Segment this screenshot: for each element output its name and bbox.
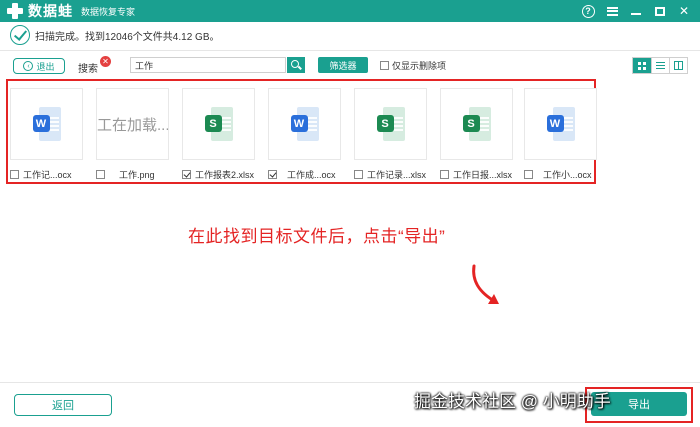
file-card[interactable]: W 工作成...ocx: [268, 88, 341, 181]
file-thumbnail[interactable]: W: [268, 88, 341, 160]
file-thumbnail[interactable]: W: [524, 88, 597, 160]
search-button[interactable]: [287, 57, 305, 73]
close-button[interactable]: ✕: [674, 2, 694, 20]
minimize-button[interactable]: [626, 2, 646, 20]
grid-icon: [638, 61, 646, 70]
file-checkbox[interactable]: [440, 170, 449, 179]
list-view-button[interactable]: [651, 58, 669, 73]
file-name: 工作日报...xlsx: [453, 170, 513, 180]
file-checkbox[interactable]: [354, 170, 363, 179]
search-label: 搜索: [78, 64, 98, 75]
excel-file-icon: S: [376, 107, 405, 141]
excel-file-icon: S: [462, 107, 491, 141]
file-thumbnail[interactable]: S: [354, 88, 427, 160]
return-button[interactable]: 返回: [14, 394, 112, 416]
word-file-icon: W: [290, 107, 319, 141]
file-thumbnail[interactable]: 工在加载...: [96, 88, 169, 160]
status-text: 扫描完成。找到12046个文件共4.12 GB。: [35, 31, 220, 43]
filter-button[interactable]: 筛选器: [318, 57, 368, 73]
exit-button-label: 退出: [36, 61, 55, 72]
file-thumbnail[interactable]: S: [182, 88, 255, 160]
file-name: 工作记...ocx: [23, 170, 72, 180]
only-deleted-toggle[interactable]: 仅显示删除项: [380, 59, 446, 72]
window-controls: ? ✕: [574, 2, 694, 20]
file-thumbnail[interactable]: S: [440, 88, 513, 160]
file-card[interactable]: S 工作记录...xlsx: [354, 88, 427, 181]
file-name: 工作报表2.xlsx: [195, 170, 255, 180]
file-checkbox-checked[interactable]: [268, 170, 277, 179]
file-name: 工作成...ocx: [287, 170, 336, 180]
file-checkbox[interactable]: [96, 170, 105, 179]
file-card[interactable]: W 工作记...ocx: [10, 88, 83, 181]
file-checkbox-checked[interactable]: [182, 170, 191, 179]
file-card[interactable]: 工在加载... 工作.png: [96, 88, 169, 181]
search-input[interactable]: [130, 57, 286, 73]
close-icon: ✕: [678, 4, 690, 18]
watermark: 掘金技术社区 @ 小明助手: [414, 392, 611, 411]
file-name: 工作.png: [119, 170, 155, 180]
word-file-icon: W: [32, 107, 61, 141]
help-icon: ?: [581, 4, 595, 18]
list-icon: [656, 62, 665, 69]
detail-icon: [674, 61, 683, 70]
pointer-arrow-icon: [472, 264, 499, 304]
file-checkbox[interactable]: [524, 170, 533, 179]
excel-file-icon: S: [204, 107, 233, 141]
scan-status: 扫描完成。找到12046个文件共4.12 GB。: [10, 25, 220, 45]
grid-view-button[interactable]: [633, 58, 651, 73]
app-name: 数据蛙: [28, 3, 73, 19]
divider: [0, 382, 700, 383]
check-circle-icon: [10, 25, 30, 45]
back-arrow-icon: ‹: [23, 61, 34, 71]
file-thumbnail[interactable]: W: [10, 88, 83, 160]
word-file-icon: W: [546, 107, 575, 141]
view-mode-toggles: [632, 57, 688, 74]
instruction-annotation: 在此找到目标文件后，点击“导出”: [188, 227, 446, 246]
maximize-icon: [655, 6, 665, 16]
clear-search-icon[interactable]: ✕: [100, 56, 111, 67]
menu-button[interactable]: [602, 2, 622, 20]
divider: [0, 50, 700, 51]
only-deleted-checkbox[interactable]: [380, 61, 389, 70]
detail-view-button[interactable]: [669, 58, 687, 73]
file-name: 工作小...ocx: [543, 170, 592, 180]
file-card[interactable]: S 工作报表2.xlsx: [182, 88, 255, 181]
minimize-icon: [631, 13, 641, 15]
search-icon: [291, 60, 299, 68]
title-bar: 数据蛙 数据恢复专家 ? ✕: [0, 0, 700, 22]
loading-text: 工在加载...: [97, 116, 168, 134]
file-card[interactable]: W 工作小...ocx: [524, 88, 597, 181]
cross-logo-icon: [6, 2, 24, 20]
file-checkbox[interactable]: [10, 170, 19, 179]
only-deleted-label: 仅显示删除项: [392, 61, 447, 71]
exit-button[interactable]: ‹ 退出: [13, 58, 65, 74]
app-logo: 数据蛙 数据恢复专家: [6, 1, 135, 21]
help-button[interactable]: ?: [578, 2, 598, 20]
app-subtitle: 数据恢复专家: [81, 6, 136, 17]
file-card[interactable]: S 工作日报...xlsx: [440, 88, 513, 181]
maximize-button[interactable]: [650, 2, 670, 20]
menu-icon: [606, 6, 618, 16]
file-name: 工作记录...xlsx: [367, 170, 427, 180]
